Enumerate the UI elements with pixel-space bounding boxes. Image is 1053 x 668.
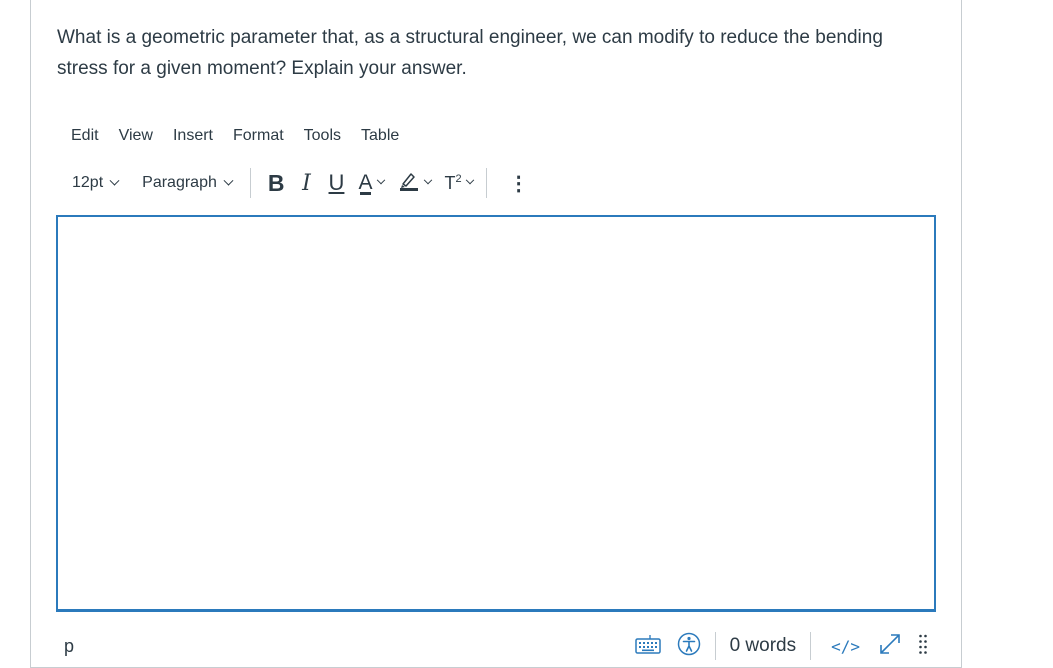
chevron-down-icon: [423, 175, 432, 185]
superscript-letter: T: [444, 172, 456, 193]
html-editor-toggle[interactable]: </>: [821, 637, 870, 656]
superscript-button[interactable]: T2: [438, 166, 480, 200]
menu-view[interactable]: View: [109, 123, 163, 149]
bold-button[interactable]: B: [261, 166, 292, 200]
toolbar-divider: [249, 168, 251, 198]
menu-edit[interactable]: Edit: [61, 123, 109, 149]
menu-table[interactable]: Table: [351, 123, 409, 149]
chevron-down-icon: [109, 175, 120, 186]
font-size-value: 12pt: [72, 174, 104, 191]
more-options-button[interactable]: ⋮: [497, 166, 541, 200]
text-color-button[interactable]: A: [351, 166, 390, 200]
chevron-down-icon: [465, 175, 474, 185]
accessibility-checker-button[interactable]: [669, 631, 709, 661]
menu-tools[interactable]: Tools: [294, 123, 351, 149]
fullscreen-icon: [878, 632, 902, 661]
keyboard-icon: [634, 634, 661, 659]
text-color-swatch: [360, 192, 371, 195]
keyboard-shortcuts-button[interactable]: [627, 631, 669, 661]
accessibility-icon: [677, 632, 701, 661]
editor-menubar: Edit View Insert Format Tools Table: [61, 122, 409, 150]
highlight-color-button[interactable]: [391, 166, 438, 200]
superscript-mark: 2: [455, 172, 462, 185]
fullscreen-button[interactable]: [870, 631, 910, 661]
element-path[interactable]: p: [64, 636, 74, 657]
block-format-value: Paragraph: [142, 174, 217, 191]
block-format-select[interactable]: Paragraph: [132, 166, 242, 200]
statusbar-controls: 0 words </>: [627, 631, 936, 661]
resize-handle[interactable]: [910, 631, 936, 661]
italic-button[interactable]: I: [291, 166, 321, 200]
toolbar-divider: [485, 168, 487, 198]
underline-button[interactable]: U: [321, 166, 351, 200]
menu-format[interactable]: Format: [223, 123, 294, 149]
word-count[interactable]: 0 words: [716, 635, 811, 657]
resize-grip-icon: [918, 633, 928, 660]
editor-statusbar: p 0 words </>: [56, 630, 936, 662]
superscript-icon: T2: [445, 173, 462, 194]
rich-text-editor-area[interactable]: [56, 215, 936, 612]
question-text: What is a geometric parameter that, as a…: [57, 27, 883, 79]
chevron-down-icon: [223, 175, 234, 186]
editor-toolbar: 12pt Paragraph B I U A T2 ⋮: [62, 166, 541, 200]
statusbar-divider: [810, 632, 812, 660]
highlighter-icon: [398, 169, 420, 197]
menu-insert[interactable]: Insert: [163, 123, 223, 149]
font-size-select[interactable]: 12pt: [62, 166, 128, 200]
chevron-down-icon: [376, 175, 385, 185]
